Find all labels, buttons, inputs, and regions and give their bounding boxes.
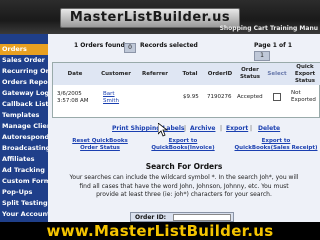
- sidebar-item-recurring-orders[interactable]: Recurring Orders: [0, 66, 48, 77]
- archive-link[interactable]: Archive: [190, 125, 215, 132]
- col-total[interactable]: Total: [175, 63, 205, 85]
- col-order-id[interactable]: OrderID: [205, 63, 235, 85]
- row-customer-link[interactable]: Bart Smith: [103, 91, 131, 105]
- sidebar-item-pop-ups[interactable]: Pop-Ups: [0, 187, 48, 198]
- sidebar-item-split-testing[interactable]: Split Testing: [0, 198, 48, 209]
- row-export-status: Not Exported: [291, 90, 316, 103]
- site-logo: MasterListBuilder.us: [60, 8, 240, 28]
- table-row: 3/6/2005 3:57:08 AM Bart Smith $9.95 719…: [53, 85, 320, 117]
- sidebar-item-affiliates[interactable]: Affiliates: [0, 154, 48, 165]
- sidebar-item-your-account[interactable]: Your Account: [0, 209, 48, 220]
- row-date: 3/6/2005 3:57:08 AM: [57, 91, 89, 104]
- sidebar-item-ad-tracking[interactable]: Ad Tracking: [0, 165, 48, 176]
- row-select-checkbox[interactable]: [273, 93, 281, 101]
- separator: |: [184, 125, 187, 132]
- sidebar-item-gateway-logs[interactable]: Gateway Logs: [0, 88, 48, 99]
- search-section-title: Search For Orders: [145, 162, 223, 171]
- quickbooks-actions: Reset QuickBooks Order Status Export to …: [52, 138, 320, 158]
- records-selected-label: Records selected: [140, 42, 198, 49]
- page-select[interactable]: 1: [254, 51, 270, 61]
- order-id-label: Order ID:: [135, 214, 167, 221]
- order-id-input[interactable]: [173, 214, 231, 221]
- sidebar-item-callback-list[interactable]: Callback List: [0, 99, 48, 110]
- order-actions-bar: Print Shipping Labels | Archive | Export…: [52, 122, 320, 136]
- sidebar-nav: Orders Sales Order Recurring Orders Orde…: [0, 34, 48, 222]
- row-total: $9.95: [183, 94, 199, 100]
- orders-table: Date Customer Referrer Total OrderID Ord…: [52, 62, 320, 118]
- sidebar-item-autoresponders[interactable]: Autoresponders: [0, 132, 48, 143]
- col-select[interactable]: Select: [265, 63, 289, 85]
- row-status: Accepted: [237, 94, 263, 100]
- reset-quickbooks-status-link[interactable]: Reset QuickBooks Order Status: [68, 138, 132, 152]
- screenshot-frame: MasterListBuilder.us Shopping Cart Train…: [0, 0, 320, 240]
- search-help-text: Your searches can include the wildcard s…: [69, 174, 299, 198]
- sidebar-item-broadcasting[interactable]: Broadcasting: [0, 143, 48, 154]
- sidebar-item-orders[interactable]: Orders: [0, 44, 48, 55]
- separator: |: [220, 125, 223, 132]
- col-order-status[interactable]: Order Status: [235, 63, 265, 85]
- sidebar-item-manage-clients[interactable]: Manage Clients: [0, 121, 48, 132]
- col-date[interactable]: Date: [53, 63, 97, 85]
- col-referrer[interactable]: Referrer: [135, 63, 175, 85]
- site-logo-text: MasterListBuilder.us: [69, 10, 231, 25]
- sidebar-item-sales-order[interactable]: Sales Order: [0, 55, 48, 66]
- table-header: Date Customer Referrer Total OrderID Ord…: [53, 63, 320, 85]
- col-quick-export[interactable]: Quick Export Status: [289, 63, 320, 85]
- watermark-text: www.MasterListBuilder.us: [46, 222, 274, 240]
- header-banner: MasterListBuilder.us Shopping Cart Train…: [0, 0, 320, 34]
- orders-found-text: 1 Orders found: [74, 42, 125, 49]
- mouse-cursor-icon: [158, 123, 168, 137]
- records-selected-count: 0: [124, 43, 136, 53]
- orders-panel: 1 Orders found 0 Records selected Page 1…: [48, 34, 320, 222]
- export-link[interactable]: Export: [226, 125, 248, 132]
- separator: |: [250, 125, 253, 132]
- export-quickbooks-sales-receipt-link[interactable]: Export to QuickBooks(Sales Receipt): [234, 138, 318, 152]
- print-shipping-labels-link[interactable]: Print Shipping Labels: [112, 125, 184, 132]
- sidebar-item-custom-forms[interactable]: Custom Forms: [0, 176, 48, 187]
- sidebar-item-templates[interactable]: Templates: [0, 110, 48, 121]
- delete-link[interactable]: Delete: [258, 125, 280, 132]
- footer-watermark: www.MasterListBuilder.us: [0, 222, 320, 240]
- order-id-search-row: Order ID:: [130, 212, 234, 222]
- banner-subtitle: Shopping Cart Training Manu: [219, 25, 318, 32]
- export-quickbooks-invoice-link[interactable]: Export to QuickBooks(Invoice): [148, 138, 218, 152]
- page-indicator: Page 1 of 1: [254, 42, 292, 49]
- row-order-id: 7190276: [207, 94, 232, 100]
- sidebar-item-orders-reports[interactable]: Orders Reports: [0, 77, 48, 88]
- col-customer[interactable]: Customer: [97, 63, 135, 85]
